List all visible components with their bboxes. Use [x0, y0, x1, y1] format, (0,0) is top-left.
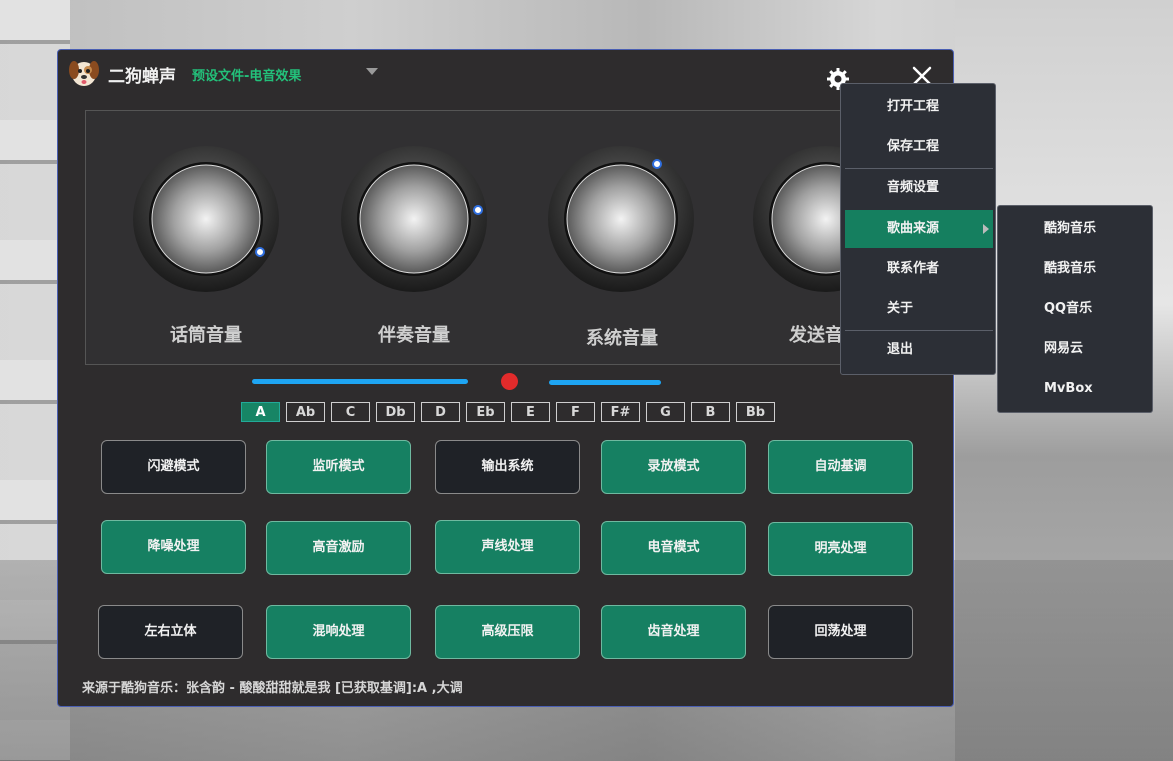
- brightness-button[interactable]: 明亮处理: [768, 522, 913, 576]
- title-bar[interactable]: 二狗蝉声 预设文件-电音效果: [58, 50, 953, 96]
- system-volume-knob[interactable]: [547, 145, 695, 293]
- stereo-button[interactable]: 左右立体: [98, 605, 243, 659]
- mic-volume-label: 话筒音量: [170, 325, 242, 346]
- submenu-netease[interactable]: 网易云: [1002, 330, 1150, 368]
- menu-audio-settings[interactable]: 音频设置: [845, 169, 993, 207]
- key-eb[interactable]: Eb: [466, 402, 505, 422]
- menu-song-source-label: 歌曲来源: [887, 221, 940, 236]
- treble-exciter-button[interactable]: 高音激励: [266, 521, 411, 575]
- app-window: 二狗蝉声 预设文件-电音效果 话筒音量 伴奏音量 系统音量 发送音 A Ab C…: [57, 49, 954, 707]
- accompaniment-volume-knob[interactable]: [340, 145, 488, 293]
- menu-open-project[interactable]: 打开工程: [845, 88, 993, 126]
- menu-exit[interactable]: 退出: [845, 331, 993, 369]
- sibilance-button[interactable]: 齿音处理: [601, 605, 746, 659]
- submenu-mvbox[interactable]: MvBox: [1002, 370, 1150, 408]
- key-a[interactable]: A: [241, 402, 280, 422]
- auto-key-button[interactable]: 自动基调: [768, 440, 913, 494]
- status-text: 来源于酷狗音乐：张含韵 - 酸酸甜甜就是我 [已获取基调]:A ,大调: [82, 681, 463, 696]
- key-d[interactable]: D: [421, 402, 460, 422]
- mic-volume-knob[interactable]: [132, 145, 280, 293]
- submenu-qq-music[interactable]: QQ音乐: [1002, 290, 1150, 328]
- level-slider-left[interactable]: [252, 379, 468, 384]
- dog-logo-icon: [69, 61, 99, 86]
- record-indicator[interactable]: [501, 373, 518, 390]
- key-db[interactable]: Db: [376, 402, 415, 422]
- menu-about[interactable]: 关于: [845, 290, 993, 328]
- key-b[interactable]: B: [691, 402, 730, 422]
- song-source-submenu: 酷狗音乐 酷我音乐 QQ音乐 网易云 MvBox: [997, 205, 1153, 413]
- playback-mode-button[interactable]: 录放模式: [601, 440, 746, 494]
- system-volume-label: 系统音量: [586, 328, 658, 349]
- accompaniment-volume-label: 伴奏音量: [378, 325, 450, 346]
- monitor-mode-button[interactable]: 监听模式: [266, 440, 411, 494]
- key-f-sharp[interactable]: F#: [601, 402, 640, 422]
- key-bb[interactable]: Bb: [736, 402, 775, 422]
- chevron-down-icon[interactable]: [366, 68, 378, 75]
- limiter-button[interactable]: 高级压限: [435, 605, 580, 659]
- preset-name[interactable]: 预设文件-电音效果: [192, 65, 301, 84]
- electronic-mode-button[interactable]: 电音模式: [601, 521, 746, 575]
- key-g[interactable]: G: [646, 402, 685, 422]
- key-f[interactable]: F: [556, 402, 595, 422]
- menu-song-source[interactable]: 歌曲来源: [845, 210, 993, 248]
- volume-knobs-panel: 话筒音量 伴奏音量 系统音量 发送音: [85, 110, 915, 365]
- chevron-right-icon: [983, 224, 989, 234]
- output-system-button[interactable]: 输出系统: [435, 440, 580, 494]
- settings-menu: 打开工程 保存工程 音频设置 歌曲来源 联系作者 关于 退出: [840, 83, 996, 375]
- dodge-mode-button[interactable]: 闪避模式: [101, 440, 246, 494]
- submenu-kuwo[interactable]: 酷我音乐: [1002, 250, 1150, 288]
- submenu-kugou[interactable]: 酷狗音乐: [1002, 210, 1150, 248]
- level-slider-right[interactable]: [549, 380, 661, 385]
- reverb-button[interactable]: 混响处理: [266, 605, 411, 659]
- noise-reduction-button[interactable]: 降噪处理: [101, 520, 246, 574]
- menu-save-project[interactable]: 保存工程: [845, 128, 993, 166]
- key-ab[interactable]: Ab: [286, 402, 325, 422]
- voice-processing-button[interactable]: 声线处理: [435, 520, 580, 574]
- key-c[interactable]: C: [331, 402, 370, 422]
- key-e[interactable]: E: [511, 402, 550, 422]
- app-title: 二狗蝉声: [108, 67, 176, 87]
- echo-button[interactable]: 回荡处理: [768, 605, 913, 659]
- menu-contact-author[interactable]: 联系作者: [845, 250, 993, 288]
